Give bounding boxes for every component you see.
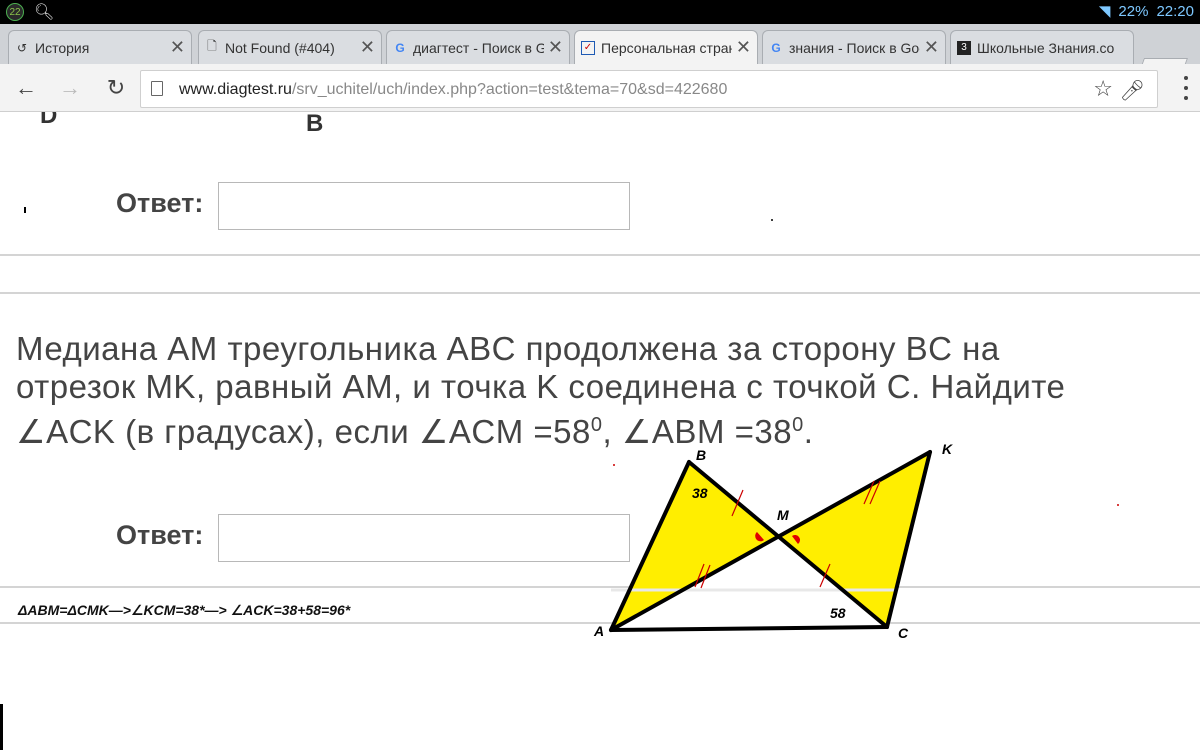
tab-not-found[interactable]: 🗋︎ Not Found (#404) ✕ [198, 30, 382, 64]
page-info-icon[interactable] [151, 81, 163, 96]
vertex-label-k: K [942, 441, 953, 457]
forward-icon[interactable]: → [56, 74, 84, 102]
google-icon: G [395, 40, 405, 55]
battery-text: 22% [1118, 2, 1149, 20]
vertex-label-m: M [777, 507, 789, 523]
bookmark-star-icon[interactable]: ☆ [1093, 76, 1113, 102]
microphone-icon[interactable]: 🎤︎ [1120, 78, 1145, 103]
stray-dot [613, 464, 615, 466]
stray-dot [1117, 504, 1119, 506]
notification-badge: 22 [6, 3, 24, 21]
vertex-label-b: B [696, 447, 706, 463]
tab-label: Not Found (#404) [225, 39, 335, 56]
tab-school-znaniya[interactable]: 3 Школьные Знания.co [950, 30, 1134, 64]
status-bar: 22 🔍︎ ◥ 22% 22:20 [0, 0, 1200, 24]
close-icon[interactable]: ✕ [170, 37, 185, 58]
tab-personal-page[interactable]: ✓ Персональная страни ✕ [574, 30, 758, 64]
close-icon[interactable]: ✕ [360, 37, 375, 58]
angle-label-c: 58 [830, 605, 846, 621]
url-host: www.diagtest.ru [179, 81, 292, 98]
url-path: /srv_uchitel/uch/index.php?action=test&t… [291, 81, 728, 98]
address-bar[interactable]: www.diagtest.ru/srv_uchitel/uch/index.ph… [140, 70, 1158, 108]
tab-label: знания - Поиск в Goo [789, 39, 920, 56]
vertex-label-a: A [593, 623, 604, 639]
browser-toolbar: ← → ↻ www.diagtest.ru/srv_uchitel/uch/in… [0, 64, 1200, 112]
google-icon: G [771, 40, 781, 55]
stray-mark [24, 207, 26, 213]
page-content: D B Ответ: Медиана AM треугольника ABC п… [0, 112, 1200, 750]
checkbox-icon: ✓ [581, 40, 595, 55]
stray-dot [771, 219, 773, 221]
search-icon: 🔍︎ [34, 4, 55, 21]
close-icon[interactable]: ✕ [924, 37, 939, 58]
tab-search-diagtest[interactable]: G диагтест - Поиск в Goo ✕ [386, 30, 570, 64]
close-icon[interactable]: ✕ [736, 37, 751, 58]
vertex-label-c: C [898, 625, 909, 641]
url-text[interactable]: www.diagtest.ru/srv_uchitel/uch/index.ph… [179, 81, 727, 99]
tab-label: Школьные Знания.co [977, 39, 1115, 56]
back-icon[interactable]: ← [12, 74, 40, 102]
clock: 22:20 [1156, 2, 1194, 20]
edge-bar [0, 704, 3, 750]
angle-label-b: 38 [692, 485, 708, 501]
close-icon[interactable]: ✕ [548, 37, 563, 58]
tab-label: диагтест - Поиск в Goo [413, 39, 544, 56]
page-icon: 🗋︎ [207, 39, 217, 53]
tab-history[interactable]: ↺ История ✕ [8, 30, 192, 64]
tab-search-znaniya[interactable]: G знания - Поиск в Goo ✕ [762, 30, 946, 64]
tab-strip: ↺ История ✕ 🗋︎ Not Found (#404) ✕ G диаг… [0, 24, 1200, 80]
wifi-icon: ◥ [1098, 3, 1111, 20]
history-icon: ↺ [16, 40, 28, 55]
znanija-icon: 3 [957, 40, 971, 55]
triangle-figure: A B C K M 38 58 [24, 207, 1119, 641]
overflow-menu-icon[interactable] [1182, 76, 1190, 100]
tab-label: Персональная страни [601, 39, 732, 56]
tab-label: История [35, 39, 90, 56]
reload-icon[interactable]: ↻ [102, 74, 130, 102]
